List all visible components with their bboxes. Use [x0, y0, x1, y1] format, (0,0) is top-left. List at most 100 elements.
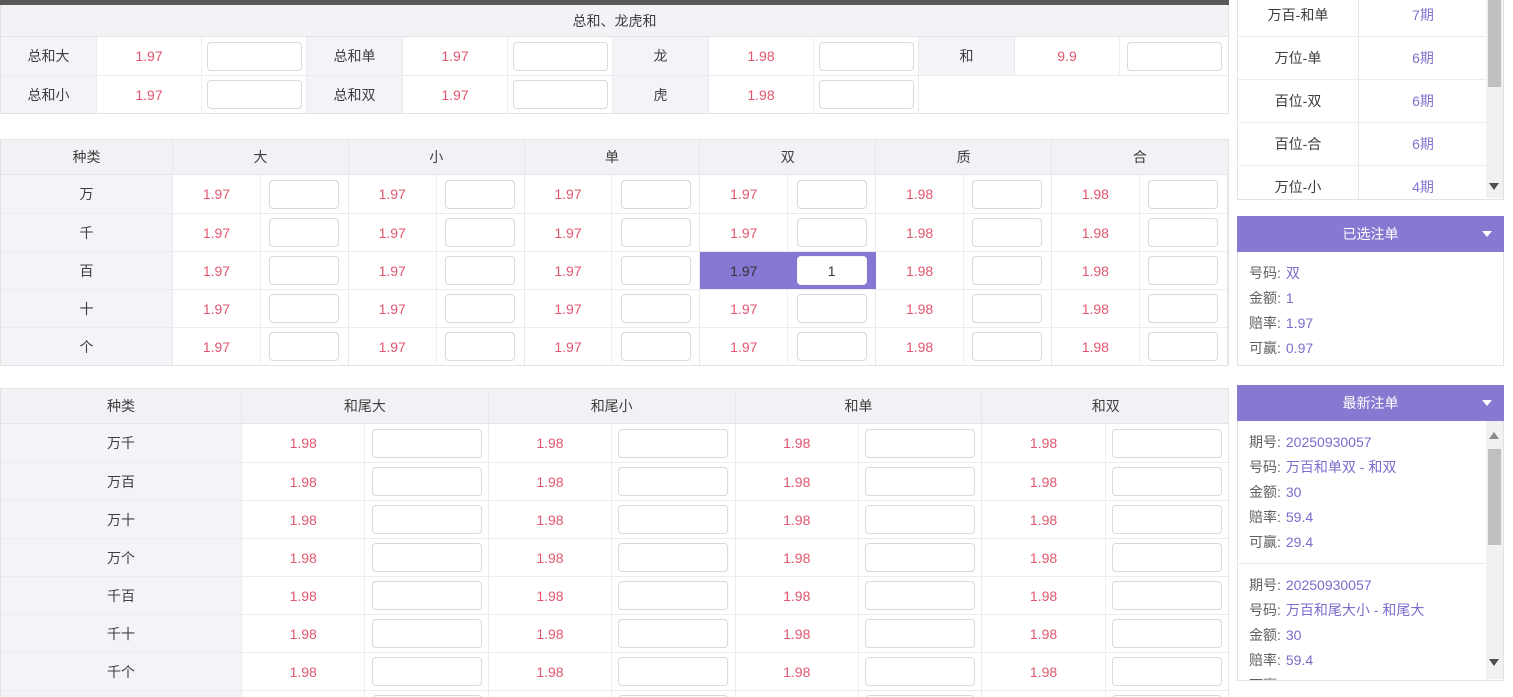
bet-amount-input[interactable] — [865, 429, 975, 458]
odds-cell[interactable]: 1.98 — [489, 424, 612, 462]
bet-amount-input[interactable] — [972, 218, 1042, 247]
bet-amount-input[interactable] — [372, 581, 482, 610]
bet-amount-input[interactable] — [372, 505, 482, 534]
bet-amount-input[interactable] — [797, 294, 867, 323]
odds-cell-selected[interactable]: 1.97 — [700, 252, 788, 289]
bet-amount-input[interactable] — [372, 619, 482, 648]
bet-amount-input[interactable] — [819, 80, 914, 109]
odds-cell[interactable]: 1.98 — [736, 539, 859, 576]
latest-bets-scrollbar[interactable] — [1486, 421, 1503, 679]
bet-amount-input[interactable] — [972, 332, 1042, 361]
odds-cell[interactable]: 1.97 — [525, 290, 613, 327]
bet-amount-input[interactable] — [1148, 294, 1218, 323]
odds-cell[interactable]: 1.97 — [700, 328, 788, 365]
odds-cell[interactable]: 1.97 — [525, 328, 613, 365]
trend-list-item[interactable]: 万位-小 4期 — [1238, 166, 1487, 200]
bet-amount-input[interactable] — [618, 619, 728, 648]
odds-cell[interactable]: 1.98 — [242, 424, 365, 462]
bet-amount-input[interactable] — [618, 543, 728, 572]
odds-cell[interactable]: 1.98 — [876, 175, 964, 213]
trend-list-item[interactable]: 百位-合 6期 — [1238, 123, 1487, 166]
bet-amount-input[interactable] — [445, 294, 515, 323]
scrollbar-thumb[interactable] — [1488, 449, 1501, 545]
odds-cell[interactable]: 1.98 — [876, 214, 964, 251]
odds-cell[interactable]: 1.98 — [982, 424, 1105, 462]
odds-cell[interactable]: 1.98 — [1052, 290, 1140, 327]
trend-list-item[interactable]: 万百-和单 7期 — [1238, 0, 1487, 37]
odds-cell[interactable]: 1.98 — [982, 463, 1105, 500]
bet-amount-input[interactable] — [513, 80, 608, 109]
odds-cell[interactable]: 1.98 — [489, 577, 612, 614]
odds-cell[interactable]: 1.98 — [1052, 252, 1140, 289]
odds-cell[interactable]: 1.98 — [242, 615, 365, 652]
latest-bets-header[interactable]: 最新注单 — [1237, 385, 1504, 421]
bet-amount-input[interactable] — [1127, 42, 1222, 71]
odds-cell[interactable]: 1.98 — [489, 653, 612, 690]
odds-cell[interactable]: 1.98 — [736, 424, 859, 462]
bet-amount-input[interactable] — [621, 332, 691, 361]
odds-cell[interactable]: 1.98 — [876, 290, 964, 327]
scroll-down-icon[interactable] — [1489, 659, 1499, 666]
odds-cell[interactable]: 9.9 — [1015, 37, 1120, 75]
bet-amount-input[interactable] — [621, 256, 691, 285]
odds-cell[interactable]: 1.98 — [736, 577, 859, 614]
bet-amount-input[interactable] — [797, 180, 867, 209]
bet-amount-input[interactable] — [445, 256, 515, 285]
bet-amount-input[interactable] — [269, 218, 339, 247]
odds-cell[interactable]: 1.98 — [709, 37, 814, 75]
bet-amount-input[interactable] — [618, 581, 728, 610]
bet-amount-input[interactable] — [618, 467, 728, 496]
bet-amount-input[interactable] — [445, 180, 515, 209]
odds-cell[interactable]: 1.97 — [525, 252, 613, 289]
odds-cell[interactable]: 1.98 — [489, 463, 612, 500]
bet-amount-input[interactable] — [797, 218, 867, 247]
bet-amount-input[interactable] — [1112, 505, 1222, 534]
odds-cell[interactable]: 1.98 — [709, 76, 814, 113]
odds-cell[interactable]: 1.98 — [242, 501, 365, 538]
bet-amount-input[interactable] — [445, 332, 515, 361]
odds-cell[interactable]: 1.97 — [173, 175, 261, 213]
odds-cell[interactable]: 1.98 — [876, 252, 964, 289]
odds-cell[interactable]: 1.98 — [982, 615, 1105, 652]
bet-amount-input[interactable] — [1148, 256, 1218, 285]
bet-amount-input[interactable] — [972, 294, 1042, 323]
odds-cell[interactable]: 1.98 — [1052, 214, 1140, 251]
odds-cell[interactable]: 1.97 — [173, 252, 261, 289]
trend-list-item[interactable]: 百位-双 6期 — [1238, 80, 1487, 123]
bet-amount-input[interactable] — [1112, 581, 1222, 610]
bet-amount-input[interactable] — [1112, 657, 1222, 686]
scroll-up-icon[interactable] — [1489, 432, 1499, 439]
bet-amount-input[interactable] — [1112, 543, 1222, 572]
odds-cell[interactable]: 1.98 — [242, 539, 365, 576]
odds-cell[interactable]: 1.97 — [349, 290, 437, 327]
bet-amount-input[interactable] — [865, 467, 975, 496]
odds-cell[interactable]: 1.98 — [982, 653, 1105, 690]
odds-cell[interactable]: 1.97 — [97, 76, 202, 113]
odds-cell[interactable]: 1.98 — [982, 501, 1105, 538]
bet-amount-input[interactable] — [372, 543, 482, 572]
odds-cell[interactable]: 1.98 — [489, 501, 612, 538]
bet-amount-input[interactable] — [621, 218, 691, 247]
bet-amount-input[interactable] — [618, 429, 728, 458]
bet-amount-input[interactable] — [797, 256, 867, 285]
odds-cell[interactable] — [489, 691, 612, 697]
trend-list-item[interactable]: 万位-单 6期 — [1238, 37, 1487, 80]
bet-amount-input[interactable] — [372, 429, 482, 458]
odds-cell[interactable]: 1.97 — [97, 37, 202, 75]
odds-cell[interactable]: 1.98 — [242, 653, 365, 690]
bet-amount-input[interactable] — [1112, 467, 1222, 496]
odds-cell[interactable]: 1.97 — [403, 76, 508, 113]
odds-cell[interactable]: 1.97 — [349, 328, 437, 365]
bet-amount-input[interactable] — [513, 42, 608, 71]
trend-scrollbar[interactable] — [1486, 0, 1503, 198]
bet-amount-input[interactable] — [865, 581, 975, 610]
scroll-down-icon[interactable] — [1489, 183, 1499, 190]
odds-cell[interactable]: 1.98 — [736, 501, 859, 538]
bet-amount-input[interactable] — [797, 332, 867, 361]
bet-amount-input[interactable] — [865, 657, 975, 686]
scrollbar-thumb[interactable] — [1488, 0, 1501, 87]
bet-amount-input[interactable] — [972, 256, 1042, 285]
bet-amount-input[interactable] — [1148, 180, 1218, 209]
odds-cell[interactable]: 1.98 — [982, 539, 1105, 576]
odds-cell[interactable]: 1.97 — [349, 175, 437, 213]
